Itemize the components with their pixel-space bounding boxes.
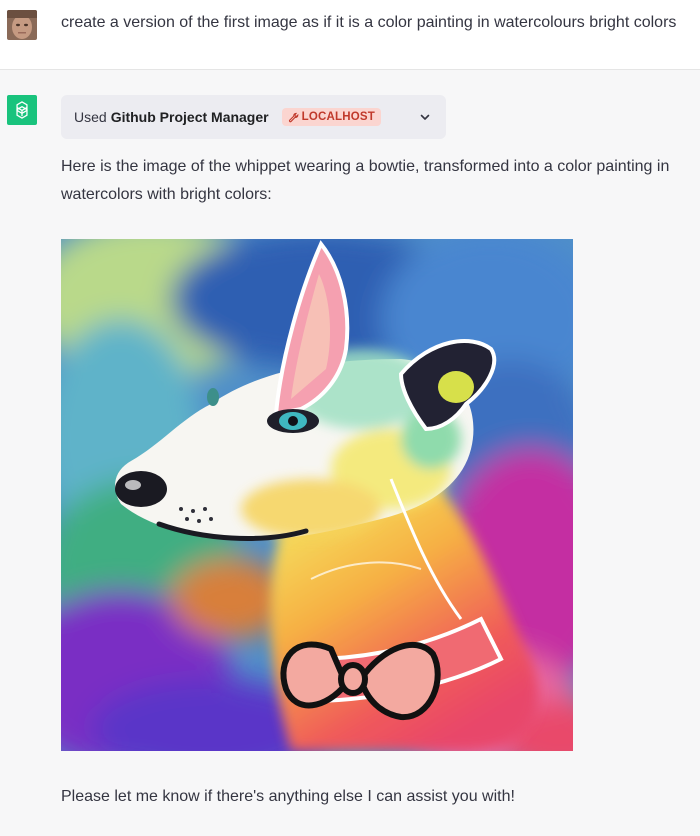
plugin-used-dropdown[interactable]: Used Github Project Manager LOCALHOST bbox=[61, 95, 446, 139]
user-avatar bbox=[7, 10, 37, 40]
plugin-prefix-label: Used bbox=[74, 109, 107, 125]
user-message-text: create a version of the first image as i… bbox=[61, 14, 677, 31]
assistant-reply-outro: Please let me know if there's anything e… bbox=[61, 788, 515, 805]
generated-watercolor-image[interactable] bbox=[61, 239, 573, 751]
plugin-name: Github Project Manager bbox=[110, 109, 269, 125]
assistant-avatar bbox=[7, 95, 37, 125]
localhost-badge: LOCALHOST bbox=[281, 108, 381, 126]
assistant-message-row: Used Github Project Manager LOCALHOST He… bbox=[0, 71, 700, 836]
localhost-badge-label: LOCALHOST bbox=[301, 111, 375, 123]
assistant-reply-intro: Here is the image of the whippet wearing… bbox=[61, 158, 670, 203]
chevron-down-icon[interactable] bbox=[418, 110, 432, 124]
user-message-row: create a version of the first image as i… bbox=[0, 0, 700, 70]
wrench-icon bbox=[288, 112, 298, 122]
openai-logo-icon bbox=[16, 101, 28, 119]
